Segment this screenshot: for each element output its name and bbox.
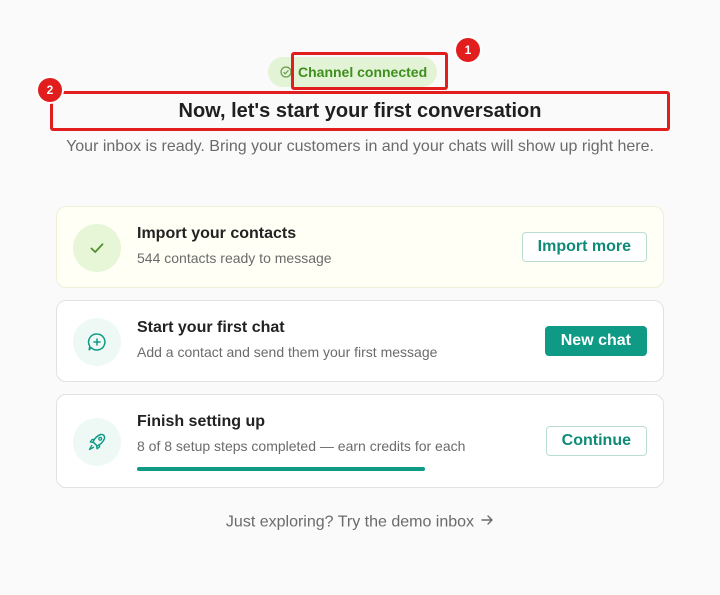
rocket-icon [73,418,121,466]
card-title: Start your first chat [137,319,285,336]
arrow-right-icon [480,513,494,532]
new-chat-button[interactable]: New chat [544,326,647,356]
demo-inbox-link-label: Just exploring? Try the demo inbox [225,513,475,531]
demo-inbox-link[interactable]: Just exploring? Try the demo inbox [0,513,720,532]
callout-box-1 [291,52,448,90]
import-contacts-card: Import your contacts 544 contacts ready … [56,206,664,288]
card-description: 544 contacts ready to message [137,250,332,266]
card-title: Finish setting up [137,413,265,430]
page-subtitle: Your inbox is ready. Bring your customer… [66,138,654,155]
page-title: Now, let's start your first conversation [178,99,542,122]
check-icon [73,224,121,272]
continue-button[interactable]: Continue [545,426,647,456]
first-chat-card: Start your first chat Add a contact and … [56,300,664,382]
finish-setup-card: Finish setting up 8 of 8 setup steps com… [56,394,664,488]
card-description: 8 of 8 setup steps completed — earn cred… [137,438,466,454]
setup-progress-bar [137,467,425,471]
card-description: Add a contact and send them your first m… [137,344,438,360]
setup-progress-fill [137,467,425,471]
chat-plus-icon [73,318,121,366]
callout-number-1: 1 [456,38,480,62]
card-title: Import your contacts [137,225,297,242]
import-more-button[interactable]: Import more [521,232,647,262]
